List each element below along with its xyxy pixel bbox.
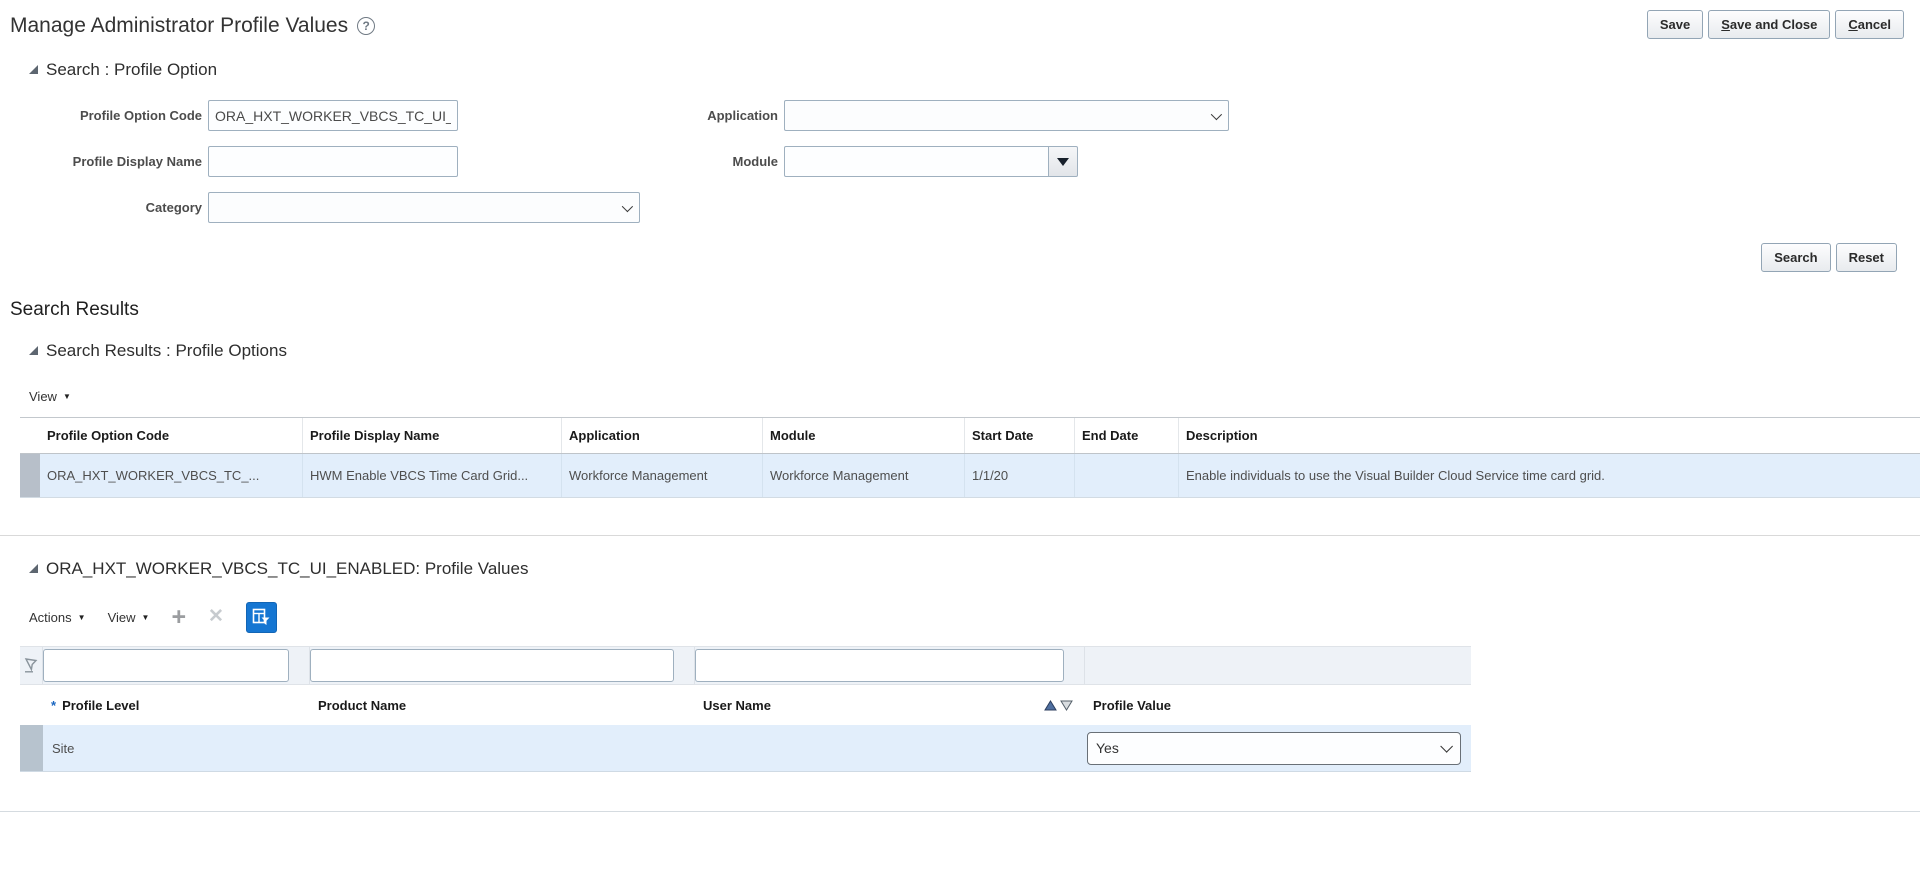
row-selector[interactable] [20, 454, 40, 497]
triangle-down-icon [1057, 158, 1069, 166]
profile-values-toolbar: Actions ▼ View ▼ + ✕ [29, 601, 1920, 633]
profile-display-name-input[interactable] [208, 146, 458, 177]
results-menu-bar: View ▼ [29, 389, 1920, 404]
column-header-module[interactable]: Module [763, 418, 965, 453]
view-menu-label: View [29, 389, 57, 404]
actions-menu[interactable]: Actions ▼ [29, 610, 86, 625]
sort-descending-icon[interactable] [1060, 700, 1073, 711]
profile-display-name-label: Profile Display Name [29, 154, 208, 169]
search-section-header[interactable]: Search : Profile Option [29, 60, 1920, 80]
cell-profile-level: Site [43, 741, 310, 756]
page-header: Manage Administrator Profile Values ? Sa… [0, 0, 1920, 48]
caret-down-icon: ▼ [142, 613, 150, 622]
cancel-button[interactable]: Cancel [1835, 10, 1904, 39]
search-section-title: Search : Profile Option [46, 60, 217, 80]
column-header-end-date[interactable]: End Date [1075, 418, 1179, 453]
profile-option-code-label: Profile Option Code [29, 108, 208, 123]
collapse-triangle-icon [29, 346, 38, 355]
help-icon[interactable]: ? [357, 17, 375, 35]
column-header-profile-value[interactable]: Profile Value [1085, 698, 1471, 713]
page-title: Manage Administrator Profile Values [10, 14, 348, 38]
results-section-title: Search Results : Profile Options [46, 341, 287, 361]
category-select[interactable] [208, 192, 640, 223]
user-name-label: User Name [703, 698, 771, 713]
profile-values-section-header[interactable]: ORA_HXT_WORKER_VBCS_TC_UI_ENABLED: Profi… [29, 559, 1920, 579]
results-section-header[interactable]: Search Results : Profile Options [29, 341, 1920, 361]
module-combobox [784, 146, 1244, 177]
cell-application: Workforce Management [562, 454, 763, 497]
filter-input-user-name[interactable] [695, 649, 1064, 682]
table-row[interactable]: Site Yes [20, 725, 1471, 772]
reset-button[interactable]: Reset [1836, 243, 1897, 272]
cell-end-date [1075, 454, 1179, 497]
cell-description: Enable individuals to use the Visual Bui… [1179, 454, 1920, 497]
column-header-profile-level[interactable]: * Profile Level [43, 698, 310, 713]
column-header-user-name[interactable]: User Name [695, 698, 1085, 713]
chevron-down-icon [1440, 740, 1453, 753]
sort-icons [1044, 700, 1073, 711]
header-buttons: Save Save and Close Cancel [1647, 10, 1904, 39]
filter-funnel-icon[interactable] [24, 658, 38, 673]
add-row-icon[interactable]: + [171, 607, 186, 627]
cell-profile-option-code: ORA_HXT_WORKER_VBCS_TC_... [40, 454, 303, 497]
search-form: Profile Option Code Application Profile … [29, 100, 1920, 223]
query-by-example-icon [251, 607, 271, 627]
row-selector[interactable] [20, 725, 43, 771]
filter-input-product-name[interactable] [310, 649, 674, 682]
actions-menu-label: Actions [29, 610, 72, 625]
search-section: Search : Profile Option Profile Option C… [29, 60, 1920, 223]
module-dropdown-button[interactable] [1049, 146, 1078, 177]
column-header-start-date[interactable]: Start Date [965, 418, 1075, 453]
collapse-triangle-icon [29, 564, 38, 573]
save-and-close-button[interactable]: Save and Close [1708, 10, 1830, 39]
results-table-header: Profile Option Code Profile Display Name… [20, 417, 1920, 454]
search-actions: Search Reset [0, 243, 1897, 272]
cell-module: Workforce Management [763, 454, 965, 497]
profile-values-title: ORA_HXT_WORKER_VBCS_TC_UI_ENABLED: Profi… [46, 559, 528, 579]
results-table: Profile Option Code Profile Display Name… [20, 417, 1920, 498]
view-menu[interactable]: View ▼ [108, 610, 150, 625]
profile-values-table: * Profile Level Product Name User Name P… [20, 646, 1471, 772]
caret-down-icon: ▼ [63, 392, 71, 401]
bottom-divider [0, 811, 1920, 812]
profile-value-select[interactable]: Yes [1087, 732, 1461, 765]
collapse-triangle-icon [29, 65, 38, 74]
chevron-down-icon [1211, 108, 1222, 119]
search-button[interactable]: Search [1761, 243, 1830, 272]
column-header-application[interactable]: Application [562, 418, 763, 453]
profile-option-code-input[interactable] [208, 100, 458, 131]
section-divider [0, 535, 1920, 536]
sort-ascending-icon[interactable] [1044, 700, 1057, 711]
category-label: Category [29, 200, 208, 215]
query-by-example-button[interactable] [246, 602, 277, 633]
application-label: Application [663, 108, 784, 123]
application-select[interactable] [784, 100, 1229, 131]
filter-input-profile-level[interactable] [43, 649, 289, 682]
delete-row-icon[interactable]: ✕ [208, 607, 224, 627]
profile-level-label: Profile Level [62, 698, 139, 713]
column-header-profile-option-code[interactable]: Profile Option Code [40, 418, 303, 453]
save-button[interactable]: Save [1647, 10, 1703, 39]
column-header-profile-display-name[interactable]: Profile Display Name [303, 418, 562, 453]
column-header-product-name[interactable]: Product Name [310, 698, 695, 713]
caret-down-icon: ▼ [78, 613, 86, 622]
results-view-menu[interactable]: View ▼ [29, 389, 71, 404]
cell-profile-display-name: HWM Enable VBCS Time Card Grid... [303, 454, 562, 497]
chevron-down-icon [622, 200, 633, 211]
search-results-heading: Search Results [10, 299, 1920, 321]
table-row[interactable]: ORA_HXT_WORKER_VBCS_TC_... HWM Enable VB… [20, 454, 1920, 498]
column-header-description[interactable]: Description [1179, 418, 1920, 453]
profile-values-header: * Profile Level Product Name User Name P… [20, 685, 1471, 725]
module-label: Module [663, 154, 784, 169]
filter-row [20, 646, 1471, 685]
view-menu-label: View [108, 610, 136, 625]
cell-start-date: 1/1/20 [965, 454, 1075, 497]
profile-value-selected: Yes [1096, 740, 1119, 756]
required-icon: * [51, 698, 56, 713]
module-input[interactable] [784, 146, 1049, 177]
